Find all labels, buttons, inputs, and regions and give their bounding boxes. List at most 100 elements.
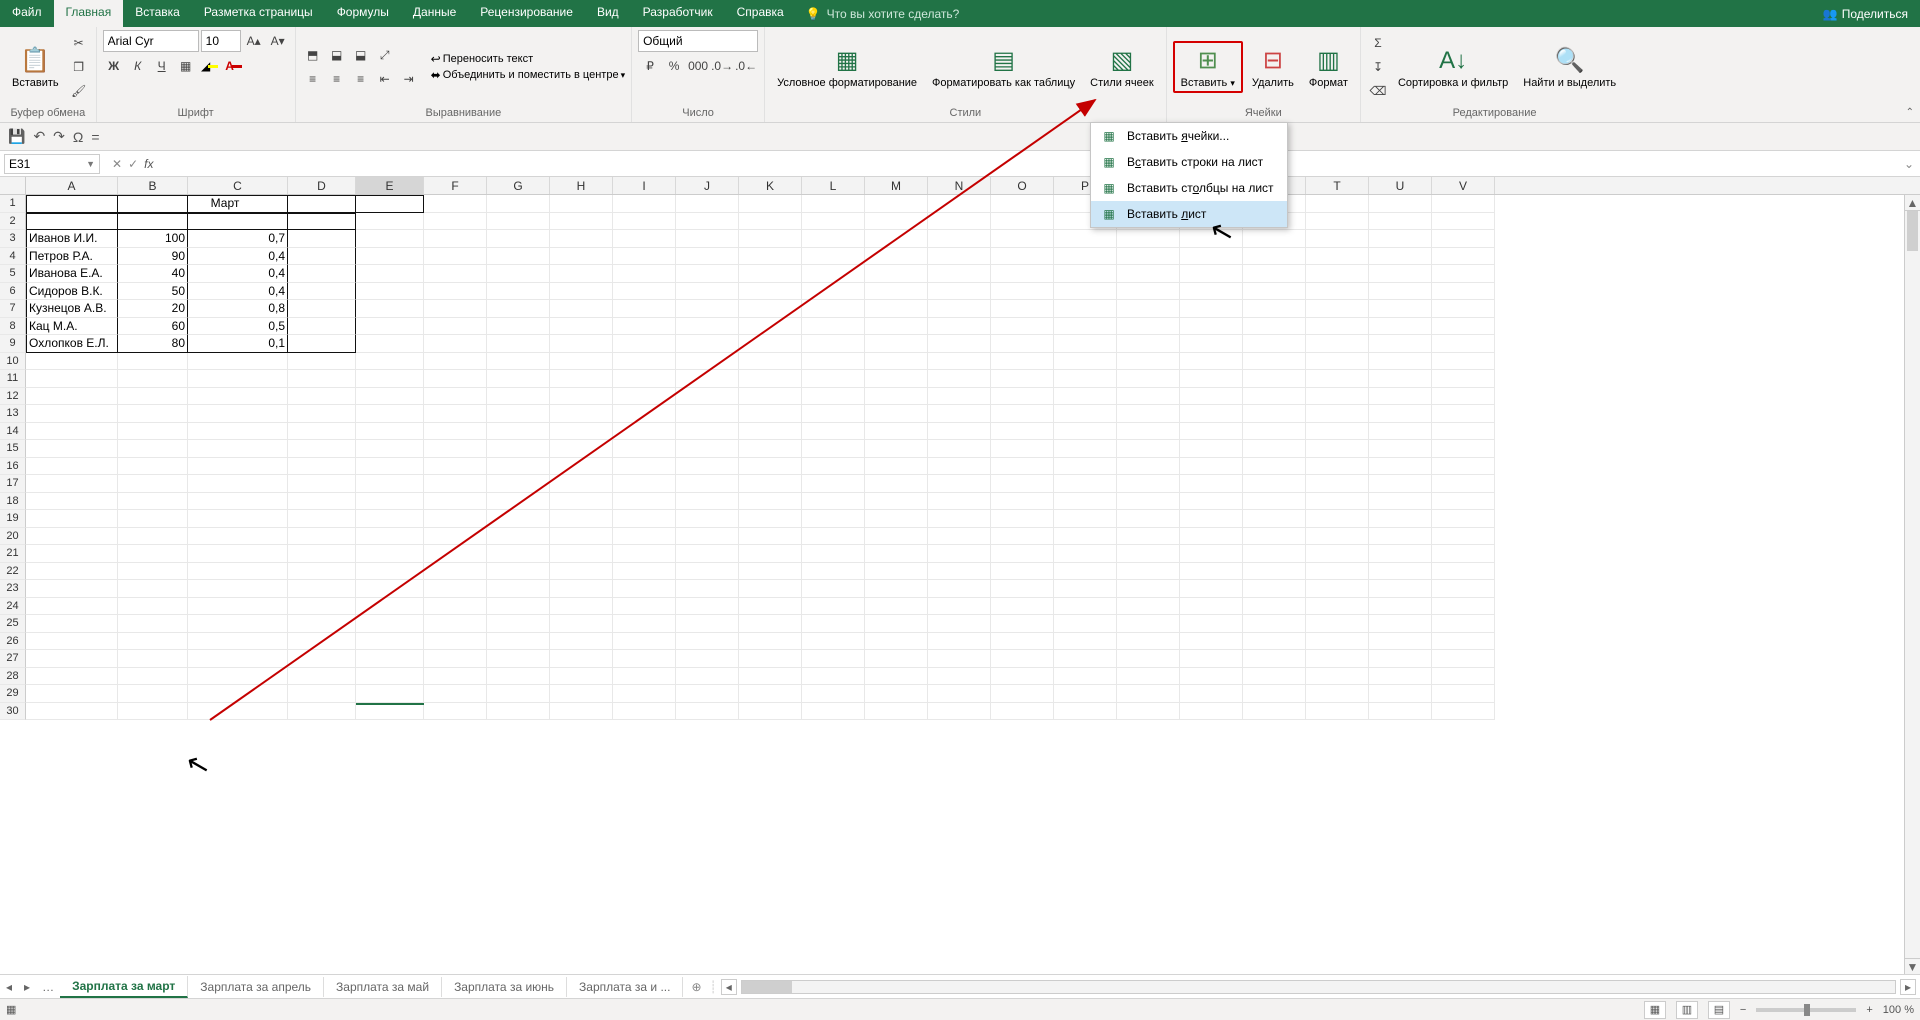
cell[interactable] [487, 545, 550, 563]
cell[interactable] [550, 213, 613, 231]
cell[interactable] [550, 563, 613, 581]
row-header[interactable]: 1 [0, 195, 26, 213]
cell[interactable] [424, 195, 487, 213]
cell[interactable] [1054, 493, 1117, 511]
row-header[interactable]: 20 [0, 528, 26, 546]
cell[interactable] [991, 633, 1054, 651]
cell[interactable] [26, 563, 118, 581]
share-button[interactable]: 👥 Поделиться [1811, 0, 1920, 27]
cell[interactable] [676, 563, 739, 581]
row-header[interactable]: 13 [0, 405, 26, 423]
column-headers[interactable]: ABCDEFGHIJKLMNOPQRSTUV [0, 177, 1920, 195]
cell[interactable] [487, 230, 550, 248]
cell[interactable] [739, 195, 802, 213]
cell[interactable] [1180, 668, 1243, 686]
row-header[interactable]: 30 [0, 703, 26, 721]
cell[interactable] [1306, 195, 1369, 213]
cell[interactable] [1243, 230, 1306, 248]
border-button[interactable]: ▦ [175, 55, 197, 77]
cell[interactable]: 60 [118, 318, 188, 336]
cell[interactable] [356, 668, 424, 686]
cell[interactable] [356, 493, 424, 511]
cell[interactable] [188, 580, 288, 598]
scroll-down-button[interactable]: ▼ [1905, 958, 1920, 974]
cell[interactable] [487, 528, 550, 546]
cell[interactable] [1432, 703, 1495, 721]
cell[interactable] [928, 493, 991, 511]
cell[interactable] [424, 580, 487, 598]
cell[interactable]: 0,4 [188, 248, 288, 266]
cell[interactable] [487, 283, 550, 301]
cell[interactable]: Иванова Е.А. [26, 265, 118, 283]
cell[interactable] [991, 580, 1054, 598]
cell[interactable] [487, 633, 550, 651]
column-header[interactable]: J [676, 177, 739, 194]
cell[interactable] [356, 283, 424, 301]
cell[interactable] [739, 493, 802, 511]
cell[interactable] [865, 318, 928, 336]
cell[interactable] [550, 423, 613, 441]
cell[interactable] [487, 475, 550, 493]
cell[interactable] [188, 458, 288, 476]
cell[interactable] [865, 528, 928, 546]
cell[interactable] [118, 475, 188, 493]
cell[interactable] [739, 440, 802, 458]
cell[interactable] [1432, 475, 1495, 493]
cell[interactable] [26, 598, 118, 616]
cell[interactable] [1243, 615, 1306, 633]
cell[interactable] [676, 265, 739, 283]
cell[interactable] [550, 598, 613, 616]
cell[interactable] [676, 405, 739, 423]
cell[interactable] [1180, 615, 1243, 633]
cell[interactable] [1243, 248, 1306, 266]
cell[interactable] [288, 685, 356, 703]
cell[interactable] [676, 388, 739, 406]
cell[interactable] [1243, 633, 1306, 651]
cell[interactable] [1432, 213, 1495, 231]
cell[interactable] [188, 668, 288, 686]
cell[interactable] [865, 510, 928, 528]
cell[interactable] [1054, 668, 1117, 686]
cell[interactable] [1432, 388, 1495, 406]
omega-button[interactable]: Ω [73, 129, 83, 145]
cell[interactable] [928, 353, 991, 371]
cell[interactable] [802, 300, 865, 318]
cell[interactable] [288, 318, 356, 336]
cell[interactable] [613, 528, 676, 546]
cell[interactable] [1369, 388, 1432, 406]
cell[interactable] [550, 300, 613, 318]
cell[interactable] [1306, 265, 1369, 283]
cell[interactable] [1369, 475, 1432, 493]
cell[interactable] [1180, 318, 1243, 336]
cell[interactable] [865, 300, 928, 318]
cell[interactable] [1180, 405, 1243, 423]
cell[interactable] [188, 685, 288, 703]
cell[interactable] [1432, 685, 1495, 703]
cell[interactable] [487, 580, 550, 598]
row-header[interactable]: 3 [0, 230, 26, 248]
cell[interactable] [1054, 230, 1117, 248]
cell[interactable] [865, 580, 928, 598]
cell[interactable] [802, 510, 865, 528]
cell[interactable] [1369, 510, 1432, 528]
cell[interactable] [991, 510, 1054, 528]
cell[interactable] [424, 248, 487, 266]
cell[interactable] [1054, 405, 1117, 423]
cell[interactable] [424, 615, 487, 633]
cell[interactable] [550, 195, 613, 213]
cell[interactable] [991, 283, 1054, 301]
cell[interactable] [676, 370, 739, 388]
cell[interactable] [1369, 353, 1432, 371]
cell[interactable] [1369, 458, 1432, 476]
cell[interactable] [188, 563, 288, 581]
currency-button[interactable]: ₽ [639, 55, 661, 77]
sheet-tab[interactable]: Зарплата за май [324, 977, 442, 997]
row-header[interactable]: 2 [0, 213, 26, 231]
row-header[interactable]: 17 [0, 475, 26, 493]
cell[interactable] [26, 703, 118, 721]
cell[interactable] [288, 230, 356, 248]
cell[interactable] [802, 370, 865, 388]
cell[interactable] [487, 650, 550, 668]
column-header[interactable]: C [188, 177, 288, 194]
tab-view[interactable]: Вид [585, 0, 631, 27]
